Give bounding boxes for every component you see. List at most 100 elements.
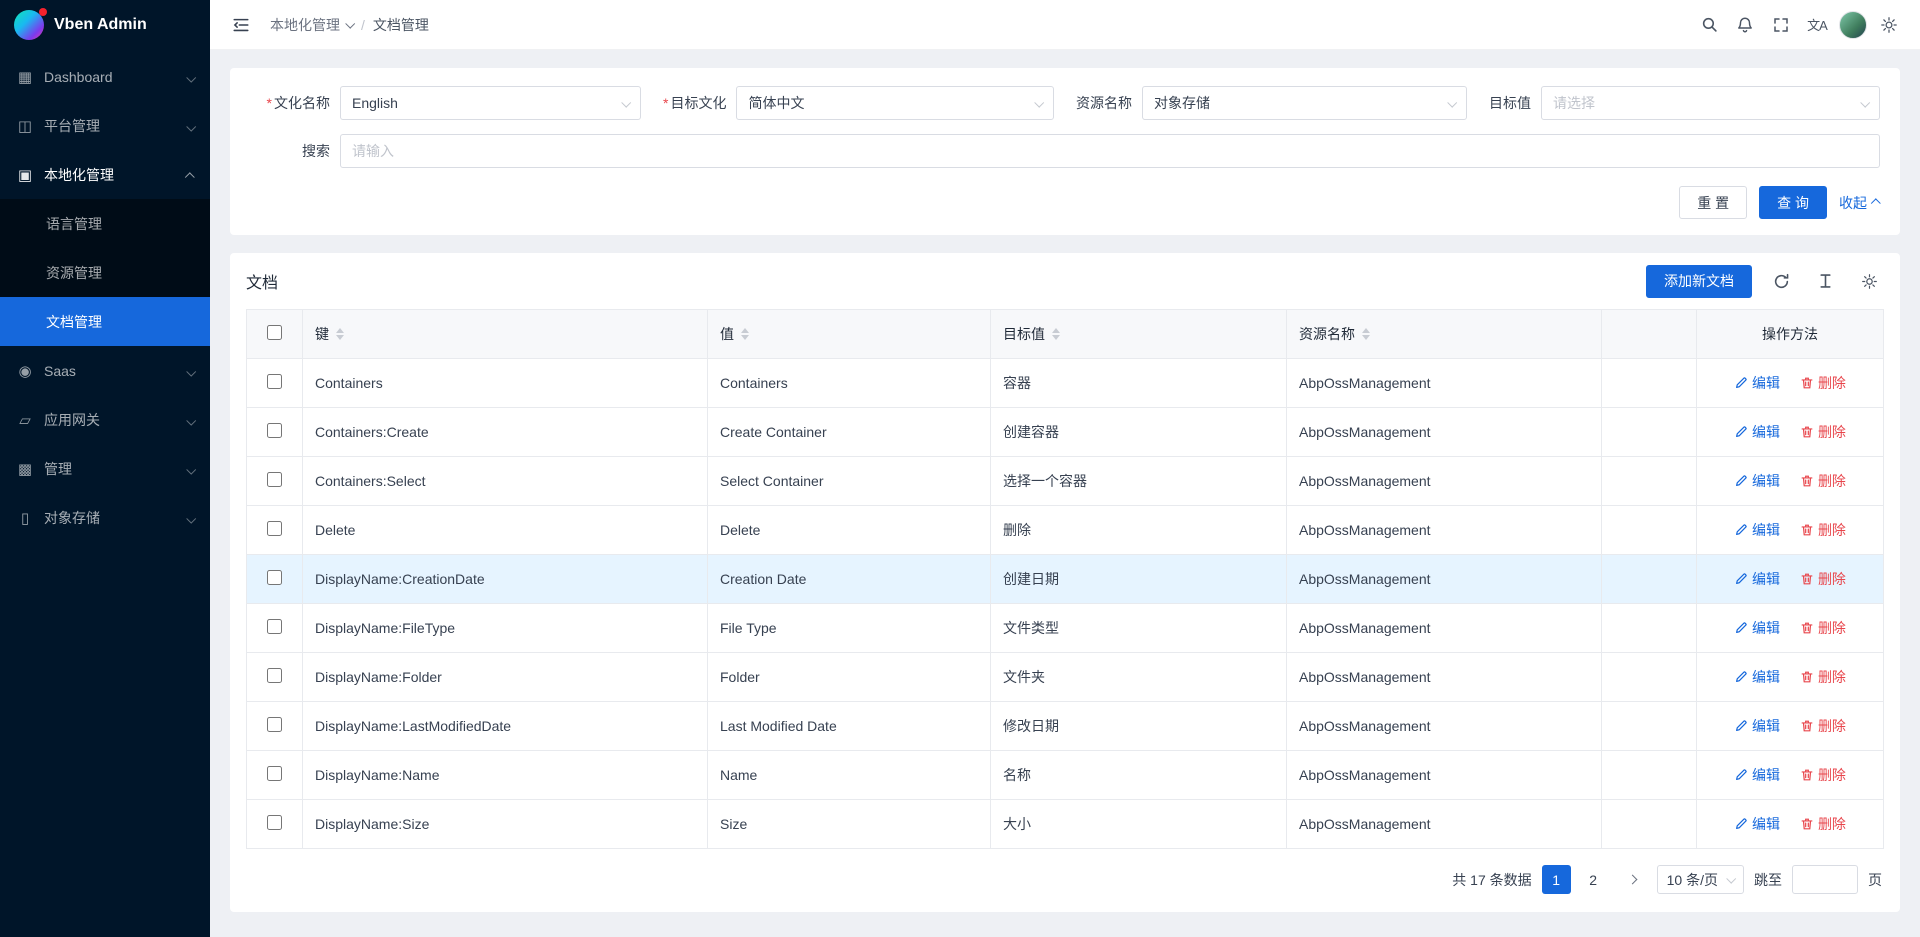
cell-actions: 编辑 删除 bbox=[1697, 506, 1884, 555]
row-checkbox[interactable] bbox=[267, 766, 282, 781]
sidebar-item-dashboard[interactable]: ▦ Dashboard bbox=[0, 52, 210, 101]
table-row: DisplayName:Folder Folder 文件夹 AbpOssMana… bbox=[247, 653, 1884, 702]
chevron-down-icon bbox=[187, 363, 194, 379]
row-checkbox[interactable] bbox=[267, 570, 282, 585]
target-culture-select[interactable]: 简体中文 bbox=[736, 86, 1054, 120]
pencil-icon bbox=[1734, 523, 1748, 537]
culture-name-select[interactable]: English bbox=[340, 86, 641, 120]
target-value-placeholder: 请选择 bbox=[1553, 93, 1595, 113]
delete-button[interactable]: 删除 bbox=[1800, 618, 1846, 638]
delete-button[interactable]: 删除 bbox=[1800, 667, 1846, 687]
add-document-button[interactable]: 添加新文档 bbox=[1646, 265, 1752, 298]
refresh-icon[interactable] bbox=[1766, 266, 1796, 296]
delete-button[interactable]: 删除 bbox=[1800, 569, 1846, 589]
pencil-icon bbox=[1734, 425, 1748, 439]
resource-name-select[interactable]: 对象存储 bbox=[1142, 86, 1467, 120]
delete-button[interactable]: 删除 bbox=[1800, 814, 1846, 834]
cell-resource: AbpOssManagement bbox=[1287, 555, 1602, 604]
delete-button[interactable]: 删除 bbox=[1800, 373, 1846, 393]
breadcrumb-parent[interactable]: 本地化管理 bbox=[270, 15, 353, 35]
query-button[interactable]: 查 询 bbox=[1759, 186, 1827, 219]
row-checkbox[interactable] bbox=[267, 423, 282, 438]
edit-button[interactable]: 编辑 bbox=[1734, 569, 1780, 589]
row-checkbox[interactable] bbox=[267, 668, 282, 683]
cell-actions: 编辑 删除 bbox=[1697, 457, 1884, 506]
row-checkbox[interactable] bbox=[267, 521, 282, 536]
column-settings-gear-icon[interactable] bbox=[1854, 266, 1884, 296]
user-avatar[interactable] bbox=[1838, 10, 1868, 40]
edit-button[interactable]: 编辑 bbox=[1734, 373, 1780, 393]
column-header-target[interactable]: 目标值 bbox=[991, 310, 1287, 359]
notification-bell-icon[interactable] bbox=[1730, 10, 1760, 40]
search-icon[interactable] bbox=[1694, 10, 1724, 40]
app-logo[interactable]: Vben Admin bbox=[0, 0, 210, 50]
cell-value: Size bbox=[708, 800, 991, 849]
row-checkbox[interactable] bbox=[267, 374, 282, 389]
edit-button[interactable]: 编辑 bbox=[1734, 520, 1780, 540]
cell-key: DisplayName:Folder bbox=[303, 653, 708, 702]
collapse-button[interactable]: 收起 bbox=[1839, 193, 1880, 213]
column-header-resource[interactable]: 资源名称 bbox=[1287, 310, 1602, 359]
edit-button[interactable]: 编辑 bbox=[1734, 667, 1780, 687]
sort-icon[interactable] bbox=[336, 328, 344, 340]
cell-resource: AbpOssManagement bbox=[1287, 653, 1602, 702]
cell-key: Containers:Create bbox=[303, 408, 708, 457]
delete-button[interactable]: 删除 bbox=[1800, 765, 1846, 785]
edit-button[interactable]: 编辑 bbox=[1734, 471, 1780, 491]
delete-button[interactable]: 删除 bbox=[1800, 422, 1846, 442]
sidebar-collapse-icon[interactable] bbox=[226, 10, 256, 40]
column-header-value[interactable]: 值 bbox=[708, 310, 991, 359]
row-checkbox[interactable] bbox=[267, 619, 282, 634]
table-row: DisplayName:CreationDate Creation Date 创… bbox=[247, 555, 1884, 604]
table-toolbar: 文档 添加新文档 bbox=[246, 253, 1884, 309]
sidebar-item-document-management[interactable]: 文档管理 bbox=[0, 297, 210, 346]
translate-icon[interactable]: 文A bbox=[1802, 10, 1832, 40]
sidebar-item-language-management[interactable]: 语言管理 bbox=[0, 199, 210, 248]
fullscreen-icon[interactable] bbox=[1766, 10, 1796, 40]
row-select-cell bbox=[247, 359, 303, 408]
edit-button[interactable]: 编辑 bbox=[1734, 814, 1780, 834]
sidebar-item-management[interactable]: ▩ 管理 bbox=[0, 444, 210, 493]
edit-button[interactable]: 编辑 bbox=[1734, 765, 1780, 785]
sidebar-item-saas[interactable]: ◉ Saas bbox=[0, 346, 210, 395]
page-size-select[interactable]: 10 条/页 bbox=[1657, 865, 1744, 894]
row-checkbox[interactable] bbox=[267, 717, 282, 732]
reset-button[interactable]: 重 置 bbox=[1679, 186, 1747, 219]
sort-icon[interactable] bbox=[1362, 328, 1370, 340]
cell-key: DisplayName:Size bbox=[303, 800, 708, 849]
sidebar-item-object-storage[interactable]: ▯ 对象存储 bbox=[0, 493, 210, 542]
cell-empty bbox=[1602, 653, 1697, 702]
row-checkbox[interactable] bbox=[267, 815, 282, 830]
table-row: DisplayName:Size Size 大小 AbpOssManagemen… bbox=[247, 800, 1884, 849]
select-all-checkbox[interactable] bbox=[267, 325, 282, 340]
settings-gear-icon[interactable] bbox=[1874, 10, 1904, 40]
sidebar-item-localization[interactable]: ▣ 本地化管理 bbox=[0, 150, 210, 199]
page-button-1[interactable]: 1 bbox=[1542, 865, 1571, 894]
delete-button[interactable]: 删除 bbox=[1800, 520, 1846, 540]
page-button-2[interactable]: 2 bbox=[1579, 865, 1608, 894]
trash-icon bbox=[1800, 474, 1814, 488]
delete-button[interactable]: 删除 bbox=[1800, 471, 1846, 491]
next-page-button[interactable] bbox=[1618, 865, 1647, 894]
search-input[interactable] bbox=[340, 134, 1880, 168]
sidebar-item-gateway[interactable]: ▱ 应用网关 bbox=[0, 395, 210, 444]
sidebar-item-resource-management[interactable]: 资源管理 bbox=[0, 248, 210, 297]
column-header-key[interactable]: 键 bbox=[303, 310, 708, 359]
delete-button[interactable]: 删除 bbox=[1800, 716, 1846, 736]
cell-target: 创建日期 bbox=[991, 555, 1287, 604]
table-row: Delete Delete 删除 AbpOssManagement 编辑 删除 bbox=[247, 506, 1884, 555]
jump-page-input[interactable] bbox=[1792, 865, 1858, 894]
sidebar-item-label: 语言管理 bbox=[46, 214, 102, 234]
sort-icon[interactable] bbox=[1052, 328, 1060, 340]
edit-button[interactable]: 编辑 bbox=[1734, 422, 1780, 442]
edit-button[interactable]: 编辑 bbox=[1734, 716, 1780, 736]
sidebar-item-platform[interactable]: ◫ 平台管理 bbox=[0, 101, 210, 150]
cell-key: DisplayName:FileType bbox=[303, 604, 708, 653]
row-height-icon[interactable] bbox=[1810, 266, 1840, 296]
edit-button[interactable]: 编辑 bbox=[1734, 618, 1780, 638]
sort-icon[interactable] bbox=[741, 328, 749, 340]
row-checkbox[interactable] bbox=[267, 472, 282, 487]
pencil-icon bbox=[1734, 817, 1748, 831]
cell-key: DisplayName:CreationDate bbox=[303, 555, 708, 604]
target-value-select[interactable]: 请选择 bbox=[1541, 86, 1880, 120]
